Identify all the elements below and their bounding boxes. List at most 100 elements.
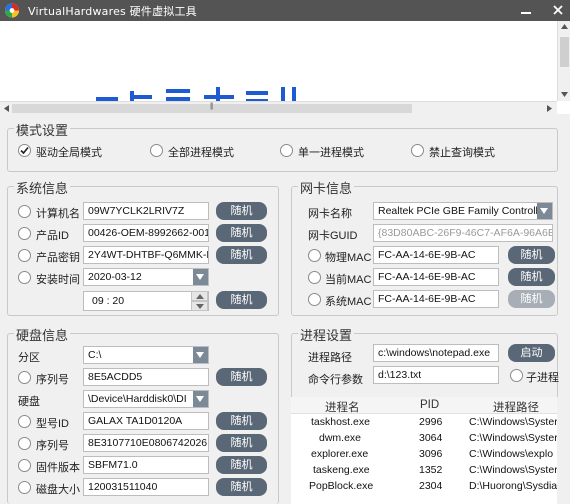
process-pid-cell: 2996 — [419, 416, 443, 428]
process-table-scrollbar[interactable] — [557, 397, 570, 504]
install-time-random-button[interactable]: 随机 — [216, 291, 267, 309]
computer-name-radio[interactable] — [18, 205, 31, 218]
process-path-field[interactable]: c:\windows\notepad.exe — [373, 344, 499, 362]
product-key-field[interactable]: 2Y4WT-DHTBF-Q6MMK-K — [83, 246, 209, 264]
install-time-radio[interactable] — [18, 271, 31, 284]
banner-horizontal-scrollbar[interactable]: ||| — [0, 101, 557, 114]
vertical-scroll-thumb[interactable] — [560, 37, 569, 67]
disk-size-field[interactable]: 120031511040 — [83, 478, 209, 496]
disk-size-random-button[interactable]: 随机 — [216, 478, 267, 496]
system-mac-field[interactable]: FC-AA-14-6E-9B-AC — [373, 290, 499, 308]
table-row[interactable]: dwm.exe 3064 C:\Windows\Syster — [291, 431, 557, 447]
volume-serial-random-button[interactable]: 随机 — [216, 368, 267, 386]
app-logo-icon — [5, 3, 19, 18]
scroll-grip-icon: ||| — [210, 103, 214, 110]
nic-guid-label: 网卡GUID — [308, 230, 358, 242]
computer-name-random-button[interactable]: 随机 — [216, 202, 267, 220]
product-id-radio[interactable] — [18, 227, 31, 240]
volume-serial-field[interactable]: 8E5ACDD5 — [83, 368, 209, 386]
nic-guid-field: {83D80ABC-26F9-46C7-AF6A-96A6E7 — [373, 224, 553, 242]
physical-mac-random-button[interactable]: 随机 — [508, 246, 555, 264]
nic-name-label: 网卡名称 — [308, 208, 352, 220]
process-table-header: 进程名 PID 进程路径 — [291, 397, 557, 414]
scroll-down-icon[interactable] — [561, 91, 568, 98]
disk-serial-radio[interactable] — [18, 437, 31, 450]
process-name-cell: PopBlock.exe — [309, 480, 374, 492]
window-title: VirtualHardwares 硬件虚拟工具 — [28, 5, 197, 18]
product-id-field[interactable]: 00426-OEM-8992662-0017 — [83, 224, 209, 242]
current-mac-label: 当前MAC — [325, 274, 372, 286]
minimize-icon[interactable] — [518, 2, 534, 18]
partition-select[interactable]: C:\ — [83, 346, 209, 364]
install-date-dropdown-icon[interactable] — [193, 269, 208, 285]
mode-all-process-label: 全部进程模式 — [168, 147, 234, 159]
child-process-label: 子进程 — [526, 372, 559, 384]
mode-driver-global-label: 驱动全局模式 — [36, 147, 102, 159]
scroll-up-icon[interactable] — [561, 23, 568, 30]
column-header-name[interactable]: 进程名 — [325, 399, 360, 415]
mode-driver-global-radio[interactable] — [18, 144, 31, 157]
title-bar: VirtualHardwares 硬件虚拟工具 — [0, 0, 570, 21]
nic-name-dropdown-icon[interactable] — [537, 203, 552, 219]
nic-name-select[interactable]: Realtek PCIe GBE Family Controll — [373, 202, 553, 220]
firmware-random-button[interactable]: 随机 — [216, 456, 267, 474]
spin-down-icon[interactable] — [191, 301, 208, 311]
install-date-field[interactable]: 2020-03-12 — [83, 268, 209, 286]
scroll-left-icon[interactable] — [3, 105, 10, 112]
current-mac-random-button[interactable]: 随机 — [508, 268, 555, 286]
current-mac-field[interactable]: FC-AA-14-6E-9B-AC — [373, 268, 499, 286]
install-time-spinner[interactable] — [191, 291, 208, 311]
physical-mac-field[interactable]: FC-AA-14-6E-9B-AC — [373, 246, 499, 264]
physical-mac-label: 物理MAC — [325, 252, 372, 264]
mode-all-process-radio[interactable] — [150, 144, 163, 157]
disk-serial-random-button[interactable]: 随机 — [216, 434, 267, 452]
mode-settings-title: 模式设置 — [14, 120, 71, 139]
cmd-args-field[interactable]: d:\123.txt — [373, 366, 499, 384]
process-pid-cell: 1352 — [419, 464, 443, 476]
table-row[interactable]: PopBlock.exe 2304 D:\Huorong\Sysdia — [291, 479, 557, 495]
system-mac-random-button[interactable]: 随机 — [508, 290, 555, 308]
system-mac-radio[interactable] — [308, 293, 321, 306]
model-id-field[interactable]: GALAX TA1D0120A — [83, 412, 209, 430]
launch-button[interactable]: 启动 — [508, 344, 555, 362]
current-mac-radio[interactable] — [308, 271, 321, 284]
table-row[interactable]: explorer.exe 3096 C:\Windows\explo — [291, 447, 557, 463]
computer-name-label: 计算机名 — [36, 208, 80, 220]
model-id-radio[interactable] — [18, 415, 31, 428]
firmware-radio[interactable] — [18, 459, 31, 472]
firmware-field[interactable]: SBFM71.0 — [83, 456, 209, 474]
product-key-radio[interactable] — [18, 249, 31, 262]
model-id-random-button[interactable]: 随机 — [216, 412, 267, 430]
partition-dropdown-icon[interactable] — [193, 347, 208, 363]
process-name-cell: explorer.exe — [311, 448, 369, 460]
disk-serial-field[interactable]: 8E3107710E0806742026 — [83, 434, 209, 452]
process-path-cell: D:\Huorong\Sysdia — [469, 480, 557, 492]
column-header-path[interactable]: 进程路径 — [493, 399, 539, 415]
computer-name-field[interactable]: 09W7YCLK2LRIV7Z — [83, 202, 209, 220]
table-row[interactable]: taskhost.exe 2996 C:\Windows\Syster — [291, 415, 557, 431]
scroll-right-icon[interactable] — [546, 105, 553, 112]
banner-vertical-scrollbar[interactable] — [557, 21, 570, 101]
mode-deny-query-radio[interactable] — [411, 144, 424, 157]
process-path-cell: C:\Windows\Syster — [469, 432, 557, 444]
product-key-random-button[interactable]: 随机 — [216, 246, 267, 264]
product-id-random-button[interactable]: 随机 — [216, 224, 267, 242]
table-row[interactable]: taskeng.exe 1352 C:\Windows\Syster — [291, 463, 557, 479]
disk-dropdown-icon[interactable] — [193, 391, 208, 407]
disk-size-radio[interactable] — [18, 481, 31, 494]
volume-serial-radio[interactable] — [18, 371, 31, 384]
process-name-cell: dwm.exe — [319, 432, 362, 444]
disk-size-label: 磁盘大小 — [36, 484, 80, 496]
install-time-label: 安装时间 — [36, 274, 80, 286]
close-icon[interactable] — [550, 2, 566, 18]
physical-mac-radio[interactable] — [308, 249, 321, 262]
process-settings-title: 进程设置 — [298, 325, 355, 344]
model-id-label: 型号ID — [36, 418, 69, 430]
disk-select[interactable]: \Device\Harddisk0\DI — [83, 390, 209, 408]
mode-single-process-label: 单一进程模式 — [298, 147, 364, 159]
process-pid-cell: 3096 — [419, 448, 443, 460]
spin-up-icon[interactable] — [191, 291, 208, 301]
child-process-checkbox[interactable] — [510, 369, 523, 382]
mode-single-process-radio[interactable] — [280, 144, 293, 157]
column-header-pid[interactable]: PID — [420, 399, 439, 411]
